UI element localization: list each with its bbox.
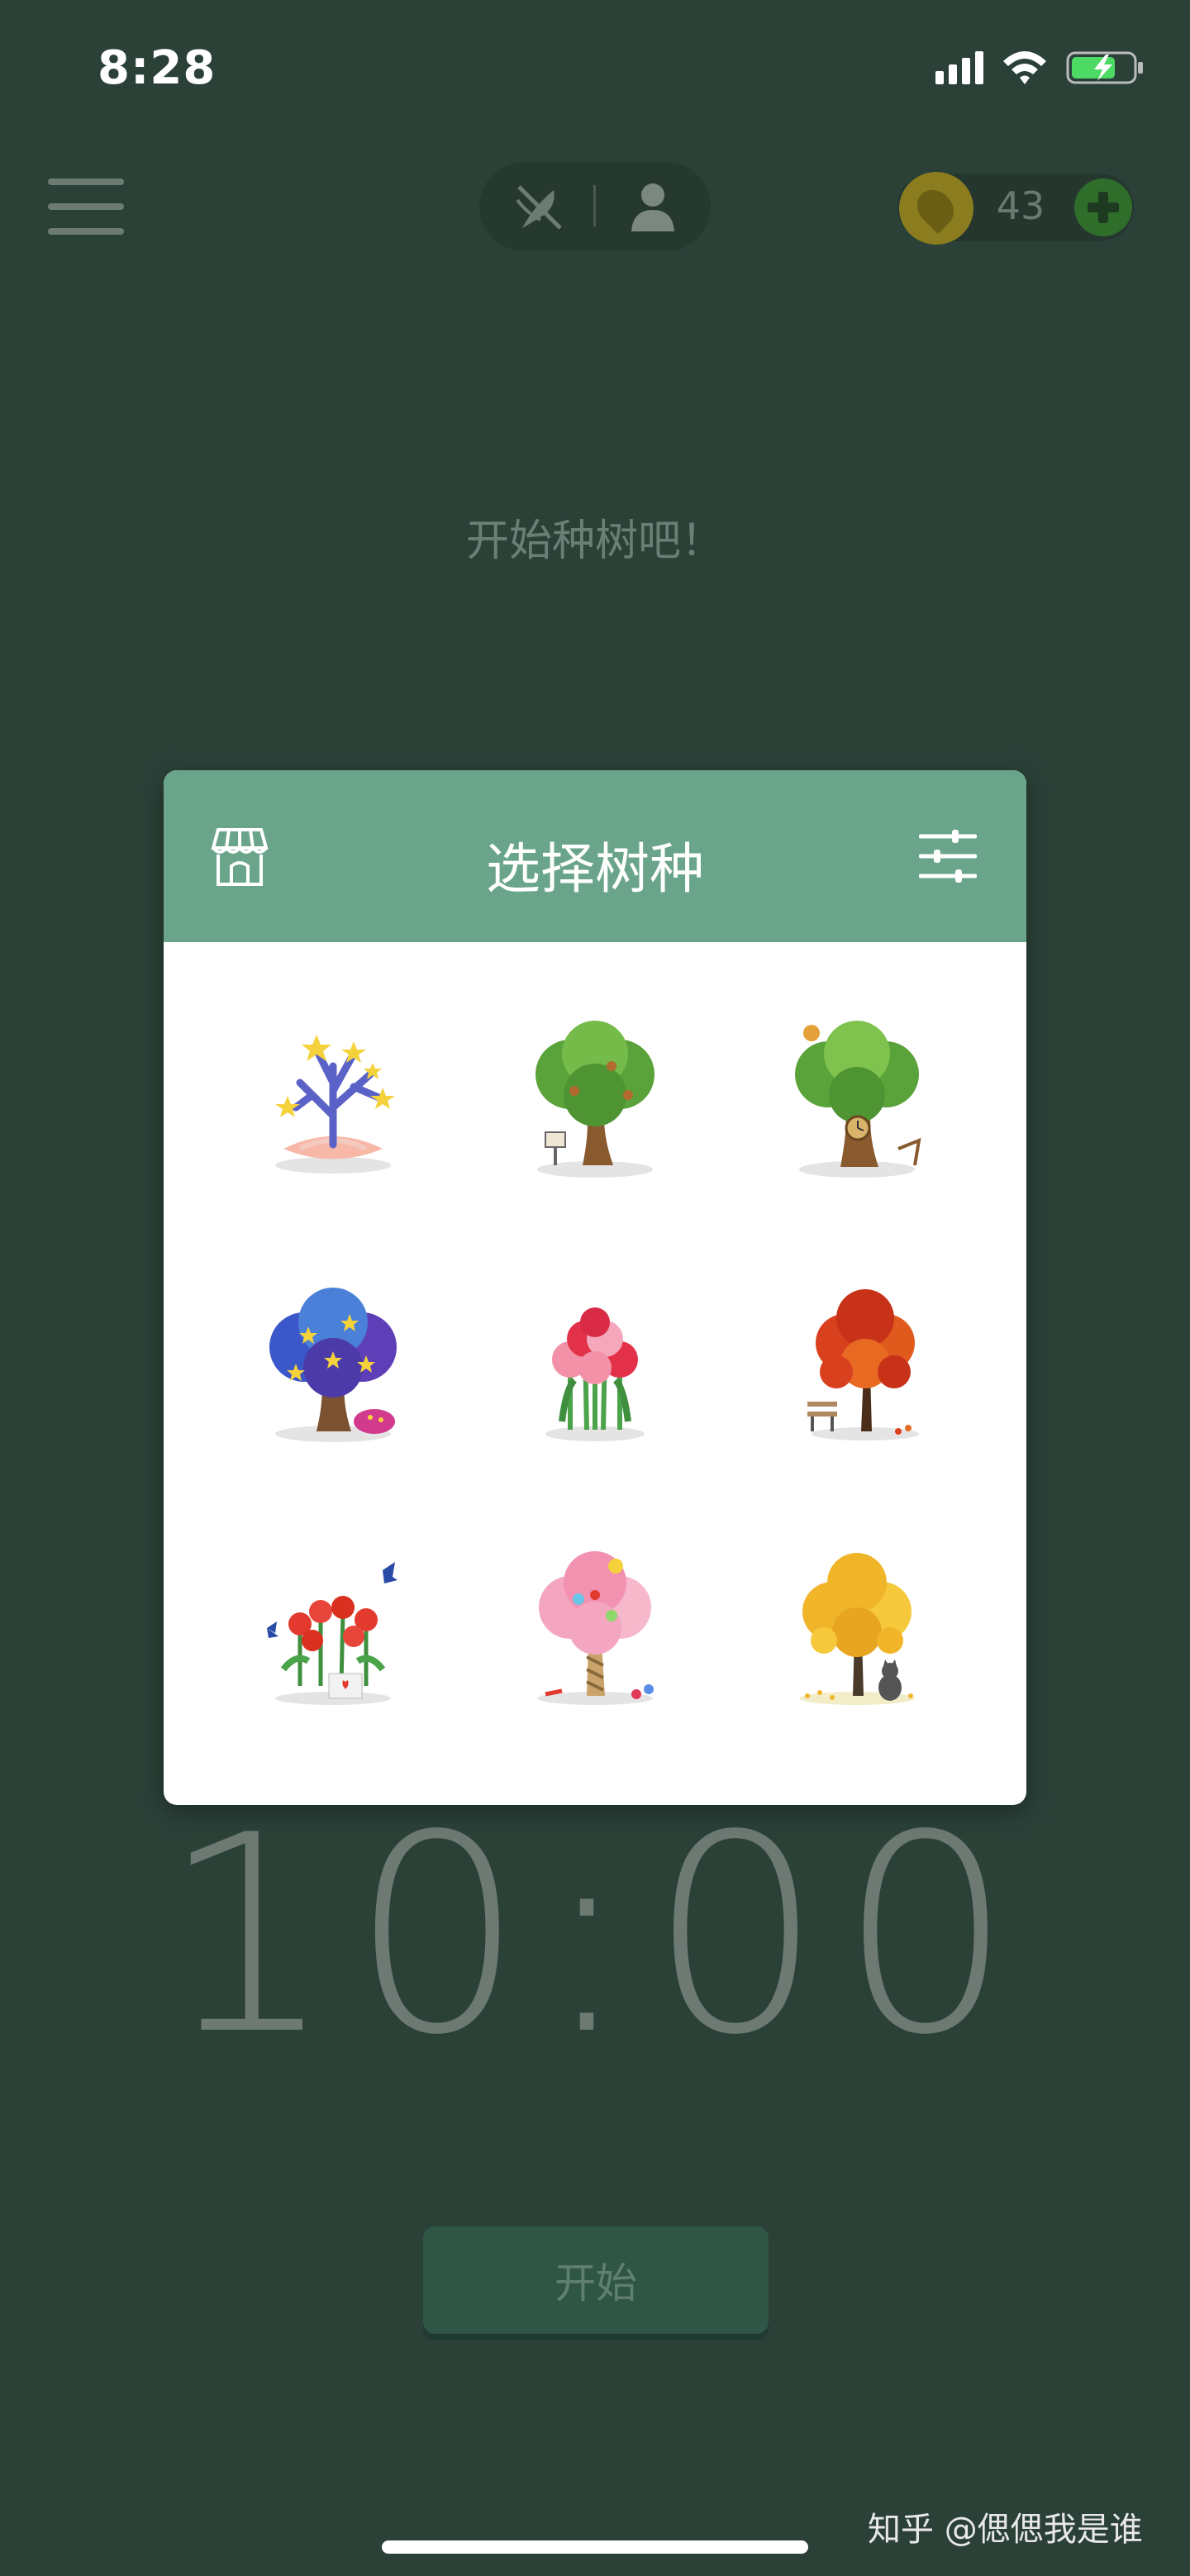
starry-night-tree-icon (269, 1288, 397, 1442)
tree-grid (164, 942, 1026, 1805)
plant-prompt: 开始种树吧！ (465, 517, 724, 566)
plant-mode-icon[interactable] (516, 183, 564, 231)
tree-select-dialog: 选择树种 (164, 770, 1026, 1805)
person-icon[interactable] (626, 180, 679, 233)
red-maple-bench-icon (807, 1289, 919, 1440)
wifi-icon (1003, 51, 1046, 84)
tree-option[interactable] (459, 1240, 731, 1488)
tree-option[interactable] (459, 1504, 731, 1752)
timer-display[interactable]: 10:00 (0, 1777, 1190, 2094)
tree-option[interactable] (197, 1240, 469, 1488)
battery-charging-icon (1066, 51, 1143, 84)
cellular-signal-icon (935, 51, 983, 84)
add-coins-icon[interactable] (1074, 179, 1132, 236)
ginkgo-cat-tree-icon (799, 1553, 915, 1705)
candy-tree-icon (537, 1551, 654, 1705)
tree-option[interactable] (721, 1504, 993, 1752)
coral-star-tree-icon (275, 1035, 395, 1174)
mode-divider (593, 185, 596, 226)
hamburger-menu-icon[interactable] (48, 177, 124, 236)
home-indicator (382, 2540, 808, 2554)
sliders-icon[interactable] (919, 828, 977, 884)
coin-count: 43 (996, 183, 1045, 228)
status-time: 8:28 (98, 41, 217, 95)
rose-butterfly-pot-icon (267, 1562, 397, 1705)
clock-treehouse-icon (795, 1021, 921, 1178)
dialog-header: 选择树种 (164, 770, 1026, 942)
tree-option[interactable] (721, 975, 993, 1223)
tree-option[interactable] (197, 1504, 469, 1752)
mailbox-oak-tree-icon (536, 1021, 654, 1178)
watermark: 知乎 @偲偲我是谁 (868, 2511, 1143, 2549)
start-button[interactable]: 开始 (423, 2226, 769, 2334)
tree-option[interactable] (197, 975, 469, 1223)
tree-option[interactable] (721, 1240, 993, 1488)
tree-option[interactable] (459, 975, 731, 1223)
carnation-bouquet-icon (545, 1307, 645, 1441)
dialog-title: 选择树种 (486, 837, 704, 901)
seed-coin-icon (899, 172, 973, 245)
